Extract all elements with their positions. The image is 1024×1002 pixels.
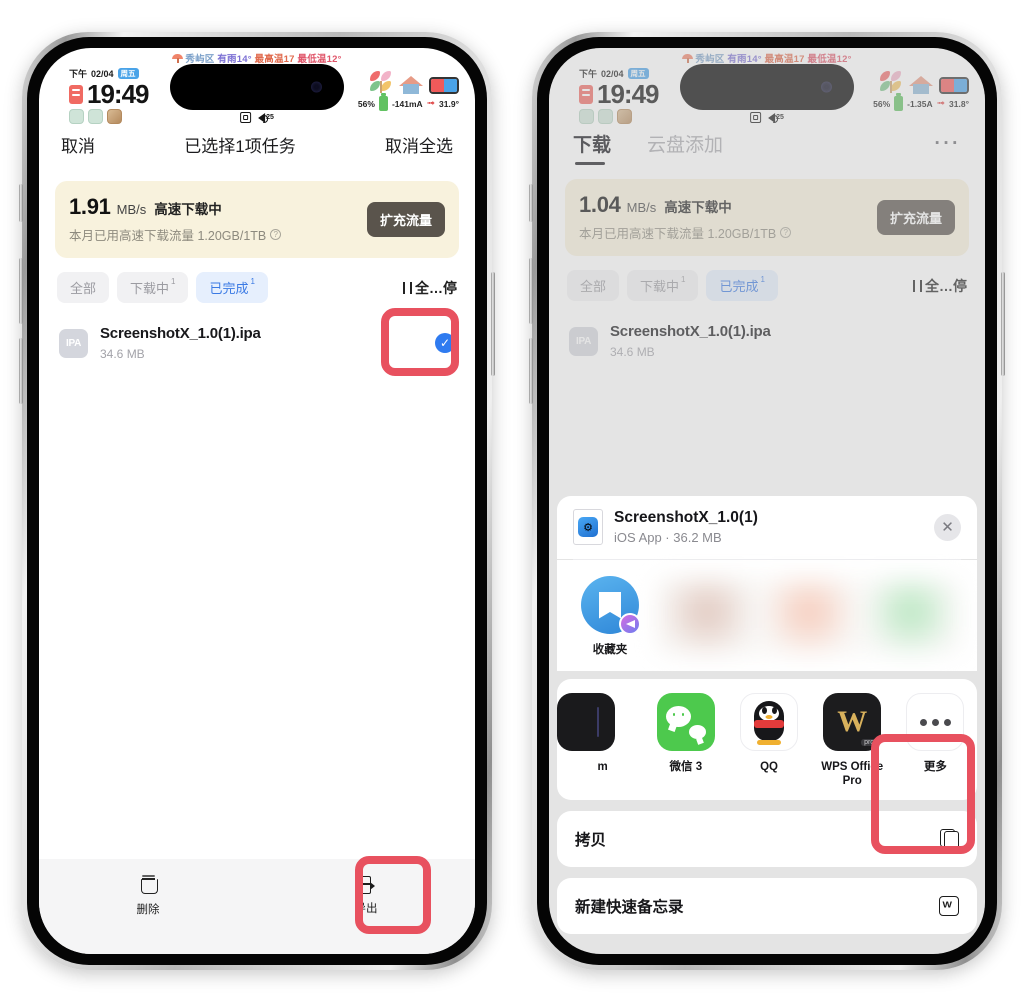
- file-name: ScreenshotX_1.0(1).ipa: [100, 325, 261, 342]
- wps-office-icon: Wpro: [823, 693, 882, 751]
- airdrop-row: 收藏夹: [557, 560, 977, 671]
- filter-chip-all[interactable]: 全部: [57, 272, 110, 303]
- pause-icon: [403, 281, 412, 294]
- airdrop-label: 收藏夹: [592, 644, 628, 656]
- left-filter-chips: 全部 下载中 1 已完成 1 全…停: [39, 258, 475, 303]
- action-copy[interactable]: 拷贝: [557, 811, 977, 867]
- trash-icon: [140, 876, 158, 894]
- action-button[interactable]: [19, 184, 23, 222]
- speed-unit: MB/s: [116, 202, 147, 217]
- share-app-qq[interactable]: QQ: [727, 693, 810, 774]
- deselect-all-button[interactable]: 取消全选: [385, 132, 453, 157]
- power-button[interactable]: [1001, 272, 1005, 376]
- question-icon[interactable]: ?: [270, 229, 282, 240]
- thermometer-icon: ➟: [426, 98, 436, 109]
- share-app-more[interactable]: 更多: [894, 693, 977, 774]
- clock-period: 下午: [69, 69, 88, 79]
- share-action-note-card: 新建快速备忘录: [557, 878, 977, 934]
- left-phone-bezel: 秀屿区 有雨14° 最高温17 最低温12° 下午 02/04 周五 19:49…: [27, 37, 487, 965]
- umbrella-icon: [172, 54, 184, 63]
- app-file-icon: ⚙: [573, 509, 603, 545]
- download-state: 高速下载中: [154, 202, 222, 217]
- airdrop-favorites[interactable]: 收藏夹: [573, 576, 647, 657]
- battery-percent: 56%: [357, 98, 375, 109]
- share-apps-row: m 微信 3 QQ W pro WPS Office Pro 更多: [557, 679, 977, 800]
- left-status-bar: 秀屿区 有雨14° 最高温17 最低温12° 下午 02/04 周五 19:49…: [39, 48, 475, 130]
- clock-time: 19:49: [87, 79, 149, 109]
- speed-banner: 1.91 MB/s 高速下载中 本月已用高速下载流量 1.20GB/1TB ? …: [55, 181, 459, 258]
- more-dots-icon: [906, 693, 965, 751]
- battery-widget-icon: [69, 84, 83, 104]
- battery-icon: [429, 77, 459, 94]
- file-list-item[interactable]: IPA ScreenshotX_1.0(1).ipa 34.6 MB ✓: [39, 303, 475, 361]
- action-quick-note[interactable]: 新建快速备忘录: [557, 878, 977, 934]
- wechat-icon: [656, 693, 715, 751]
- blurred-contacts[interactable]: [657, 578, 961, 654]
- expand-traffic-button[interactable]: 扩充流量: [366, 201, 445, 237]
- share-sheet: ⚙ ScreenshotX_1.0(1) iOS App · 36.2 MB ✕: [549, 496, 985, 954]
- battery-temperature: 31.9°: [439, 98, 459, 109]
- close-icon[interactable]: ✕: [934, 513, 961, 541]
- share-action-copy-card: 拷贝: [557, 811, 977, 867]
- volume-indicator: 25: [258, 112, 274, 123]
- pause-all-button[interactable]: 全…停: [403, 278, 457, 298]
- filter-chip-downloading[interactable]: 下载中 1: [117, 272, 189, 303]
- action-button[interactable]: [529, 184, 533, 222]
- right-phone-bezel: 秀屿区 有雨14° 最高温17 最低温12° 下午 02/04 周五 19:49…: [537, 37, 997, 965]
- battery-current: -141mA: [391, 98, 423, 109]
- home-icon: [399, 72, 423, 94]
- left-status-right-stats: 56% -141mA ➟ 31.9°: [358, 68, 459, 111]
- weather-strip: 秀屿区 有雨14° 最高温17 最低温12°: [39, 51, 475, 65]
- selection-title: 已选择1项任务: [184, 137, 296, 156]
- volume-down-button[interactable]: [529, 338, 533, 404]
- share-app-wechat[interactable]: 微信 3: [644, 693, 727, 774]
- copy-icon: [940, 829, 959, 849]
- front-camera-icon: [311, 81, 322, 93]
- green-battery-icon: [378, 93, 388, 111]
- power-button[interactable]: [491, 272, 495, 376]
- photo-chip-icon: [107, 109, 122, 124]
- island-sub-icons: 25: [240, 112, 274, 123]
- left-phone-screen: 秀屿区 有雨14° 最高温17 最低温12° 下午 02/04 周五 19:49…: [39, 48, 475, 954]
- cancel-button[interactable]: 取消: [61, 132, 95, 157]
- share-app-wps[interactable]: Wpro WPS Office Pro: [811, 693, 894, 788]
- delete-button[interactable]: 删除: [39, 876, 257, 917]
- pinwheel-icon: [369, 70, 393, 94]
- share-app-cut-off[interactable]: m: [557, 693, 644, 774]
- clock-date: 02/04: [91, 68, 114, 79]
- filter-chip-completed[interactable]: 已完成 1: [196, 272, 268, 303]
- cut-off-app-icon: [557, 693, 615, 751]
- screen-record-icon: [240, 112, 252, 123]
- widget-chip-icon: [69, 109, 84, 124]
- volume-down-button[interactable]: [19, 338, 23, 404]
- export-button[interactable]: 导出: [257, 876, 475, 916]
- quota-text: 本月已用高速下载流量 1.20GB/1TB: [69, 229, 267, 243]
- widget-chip-icon: [88, 109, 103, 124]
- volume-up-button[interactable]: [19, 258, 23, 324]
- file-selected-checkmark[interactable]: ✓: [435, 333, 455, 353]
- bottom-action-toolbar: 删除 导出: [39, 859, 475, 954]
- share-item-subtitle: iOS App · 36.2 MB: [614, 530, 722, 545]
- quick-note-icon: [939, 896, 959, 916]
- file-size: 34.6 MB: [100, 347, 145, 361]
- share-item-title: ScreenshotX_1.0(1): [614, 509, 758, 526]
- speaker-icon: [258, 112, 269, 123]
- export-icon: [357, 876, 375, 894]
- share-sheet-header: ⚙ ScreenshotX_1.0(1) iOS App · 36.2 MB ✕: [557, 496, 977, 559]
- telegram-icon: [619, 613, 641, 635]
- volume-up-button[interactable]: [529, 258, 533, 324]
- dynamic-island: [170, 64, 344, 110]
- download-speed: 1.91: [69, 194, 111, 219]
- bookmark-icon: [581, 576, 641, 635]
- selection-navbar: 取消 已选择1项任务 取消全选: [39, 130, 475, 171]
- dual-phone-comparison: 秀屿区 有雨14° 最高温17 最低温12° 下午 02/04 周五 19:49…: [0, 0, 1024, 1002]
- right-phone-frame: 秀屿区 有雨14° 最高温17 最低温12° 下午 02/04 周五 19:49…: [529, 32, 1005, 970]
- qq-icon: [740, 693, 798, 751]
- ipa-file-icon: IPA: [59, 328, 88, 358]
- right-phone-screen: 秀屿区 有雨14° 最高温17 最低温12° 下午 02/04 周五 19:49…: [549, 48, 985, 954]
- left-phone-frame: 秀屿区 有雨14° 最高温17 最低温12° 下午 02/04 周五 19:49…: [19, 32, 495, 970]
- clock-weekday: 周五: [117, 68, 139, 79]
